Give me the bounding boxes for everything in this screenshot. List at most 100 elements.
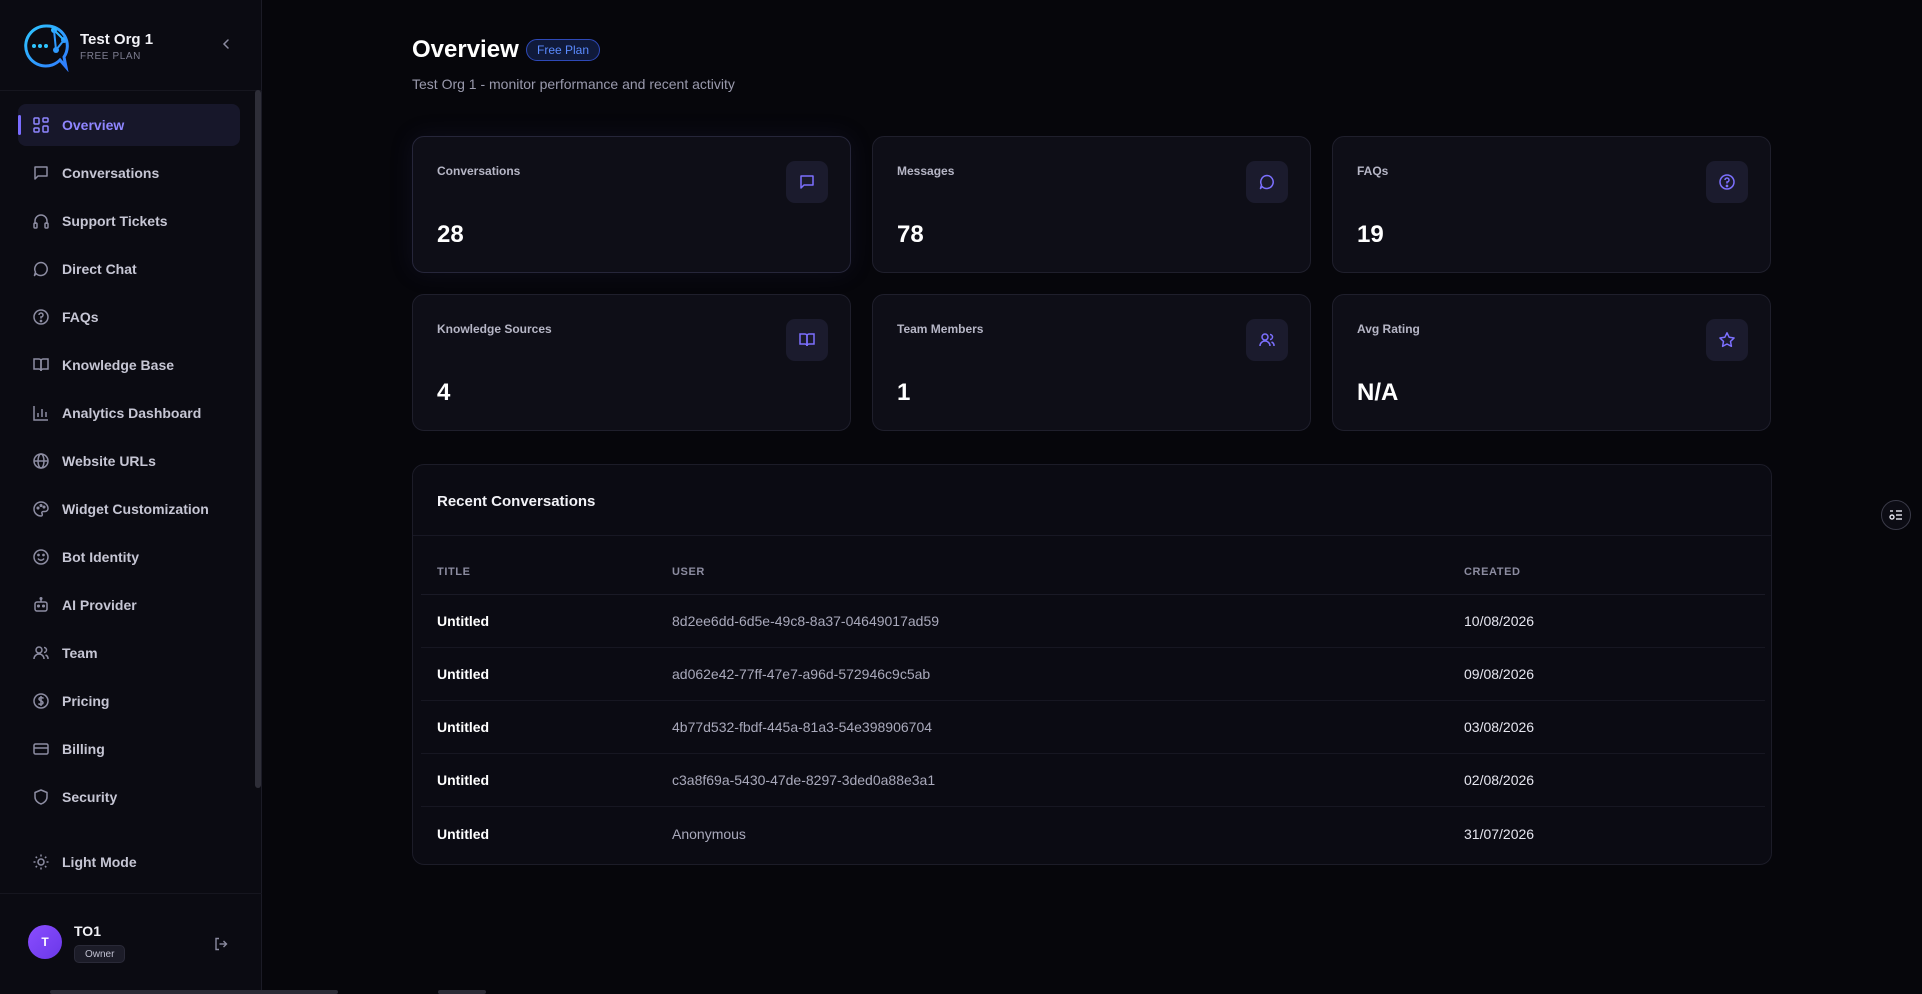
- star-icon: [1706, 319, 1748, 361]
- page-title: Overview: [412, 36, 519, 63]
- brand: Test Org 1 FREE PLAN: [20, 18, 240, 74]
- stat-label: Avg Rating: [1357, 322, 1420, 336]
- stat-card-messages[interactable]: Messages 78: [872, 136, 1311, 273]
- table-row[interactable]: Untitled 8d2ee6dd-6d5e-49c8-8a37-0464901…: [421, 595, 1765, 648]
- sidebar-item-knowledge-base[interactable]: Knowledge Base: [18, 344, 240, 386]
- help-circle-icon: [1706, 161, 1748, 203]
- dollar-circle-icon: [32, 692, 50, 710]
- logout-button[interactable]: [210, 933, 232, 955]
- shield-icon: [32, 788, 50, 806]
- collapse-sidebar-button[interactable]: [216, 34, 236, 54]
- book-open-icon: [32, 356, 50, 374]
- column-header-created[interactable]: CREATED: [1464, 566, 1764, 578]
- table-row[interactable]: Untitled c3a8f69a-5430-47de-8297-3ded0a8…: [421, 754, 1765, 807]
- sidebar-item-website-urls[interactable]: Website URLs: [18, 440, 240, 482]
- table-row[interactable]: Untitled ad062e42-77ff-47e7-a96d-572946c…: [421, 648, 1765, 701]
- cell-created: 03/08/2026: [1464, 719, 1535, 735]
- cell-created: 10/08/2026: [1464, 613, 1535, 629]
- avatar[interactable]: T: [28, 925, 62, 959]
- users-icon: [1246, 319, 1288, 361]
- stat-card-team-members[interactable]: Team Members 1: [872, 294, 1311, 431]
- sidebar-item-overview[interactable]: Overview: [18, 104, 240, 146]
- stat-card-knowledge-sources[interactable]: Knowledge Sources 4: [412, 294, 851, 431]
- column-header-user[interactable]: USER: [672, 566, 1464, 578]
- message-square-icon: [32, 164, 50, 182]
- recent-conversations-panel: Recent Conversations TITLE USER CREATED …: [412, 464, 1772, 865]
- smile-icon: [32, 548, 50, 566]
- section-title: Recent Conversations: [437, 493, 596, 510]
- role-badge: Owner: [74, 945, 126, 963]
- sidebar-item-conversations[interactable]: Conversations: [18, 152, 240, 194]
- cell-user: 8d2ee6dd-6d5e-49c8-8a37-04649017ad59: [672, 613, 940, 629]
- cell-title: Untitled: [437, 613, 490, 629]
- column-header-title[interactable]: TITLE: [421, 566, 672, 578]
- sidebar-item-label: FAQs: [62, 309, 99, 325]
- divider: [0, 90, 262, 91]
- stat-label: Messages: [897, 164, 955, 178]
- plan-badge: Free Plan: [526, 39, 601, 61]
- stat-card-conversations[interactable]: Conversations 28: [412, 136, 851, 273]
- user-name: TO1: [74, 923, 101, 939]
- recent-conversations-table: TITLE USER CREATED Untitled 8d2ee6dd-6d5…: [421, 549, 1765, 860]
- cell-title: Untitled: [437, 719, 490, 735]
- light-mode-toggle[interactable]: Light Mode: [18, 842, 240, 882]
- message-circle-icon: [1246, 161, 1288, 203]
- table-row[interactable]: Untitled Anonymous 31/07/2026: [421, 807, 1765, 860]
- stat-card-faqs[interactable]: FAQs 19: [1332, 136, 1771, 273]
- org-plan-label: FREE PLAN: [80, 50, 141, 62]
- table-header: TITLE USER CREATED: [421, 549, 1765, 595]
- sidebar-item-security[interactable]: Security: [18, 776, 240, 818]
- main-content: Overview Free Plan Test Org 1 - monitor …: [262, 0, 1922, 994]
- table-row[interactable]: Untitled 4b77d532-fbdf-445a-81a3-54e3989…: [421, 701, 1765, 754]
- sidebar-nav: Overview Conversations Support Tickets D…: [18, 104, 240, 824]
- stat-value: 4: [437, 379, 451, 406]
- sidebar-item-faqs[interactable]: FAQs: [18, 296, 240, 338]
- sun-icon: [32, 853, 50, 871]
- cell-title: Untitled: [437, 825, 490, 842]
- cell-user: c3a8f69a-5430-47de-8297-3ded0a88e3a1: [672, 772, 936, 788]
- stat-value: N/A: [1357, 379, 1399, 406]
- sidebar-item-analytics-dashboard[interactable]: Analytics Dashboard: [18, 392, 240, 434]
- sidebar-item-bot-identity[interactable]: Bot Identity: [18, 536, 240, 578]
- horizontal-scrollbar[interactable]: [50, 990, 338, 994]
- message-circle-icon: [32, 260, 50, 278]
- cell-user: 4b77d532-fbdf-445a-81a3-54e398906704: [672, 719, 933, 735]
- credit-card-icon: [32, 740, 50, 758]
- stat-value: 19: [1357, 221, 1384, 248]
- horizontal-scrollbar[interactable]: [438, 990, 486, 994]
- sidebar-item-label: Security: [62, 789, 118, 805]
- sidebar-scrollbar[interactable]: [255, 90, 261, 788]
- cell-title: Untitled: [437, 772, 490, 788]
- sidebar-item-direct-chat[interactable]: Direct Chat: [18, 248, 240, 290]
- bar-chart-icon: [32, 404, 50, 422]
- cell-user: ad062e42-77ff-47e7-a96d-572946c9c5ab: [672, 666, 931, 682]
- sidebar-item-pricing[interactable]: Pricing: [18, 680, 240, 722]
- cell-created: 09/08/2026: [1464, 666, 1535, 682]
- sidebar-item-label: Website URLs: [62, 453, 156, 469]
- light-mode-label: Light Mode: [62, 854, 137, 870]
- sidebar-item-label: Analytics Dashboard: [62, 405, 202, 421]
- sidebar-item-billing[interactable]: Billing: [18, 728, 240, 770]
- sidebar-item-label: Bot Identity: [62, 549, 139, 565]
- help-circle-icon: [32, 308, 50, 326]
- stat-value: 28: [437, 221, 464, 248]
- chat-bubble-network-logo-icon: [20, 20, 72, 72]
- sidebar-item-support-tickets[interactable]: Support Tickets: [18, 200, 240, 242]
- floating-settings-button[interactable]: [1881, 500, 1911, 530]
- sidebar-item-widget-customization[interactable]: Widget Customization: [18, 488, 240, 530]
- sidebar-item-label: Support Tickets: [62, 213, 168, 229]
- users-icon: [32, 644, 50, 662]
- cell-created: 31/07/2026: [1464, 825, 1535, 842]
- palette-icon: [32, 500, 50, 518]
- stat-label: FAQs: [1357, 164, 1389, 178]
- stat-card-avg-rating[interactable]: Avg Rating N/A: [1332, 294, 1771, 431]
- globe-icon: [32, 452, 50, 470]
- cell-title: Untitled: [437, 666, 490, 682]
- stat-label: Team Members: [897, 322, 984, 336]
- log-out-icon: [213, 936, 229, 952]
- sidebar-item-ai-provider[interactable]: AI Provider: [18, 584, 240, 626]
- sidebar-item-label: Widget Customization: [62, 501, 209, 517]
- cell-user: Anonymous: [672, 825, 746, 842]
- sidebar-item-team[interactable]: Team: [18, 632, 240, 674]
- sidebar-item-label: Pricing: [62, 693, 110, 709]
